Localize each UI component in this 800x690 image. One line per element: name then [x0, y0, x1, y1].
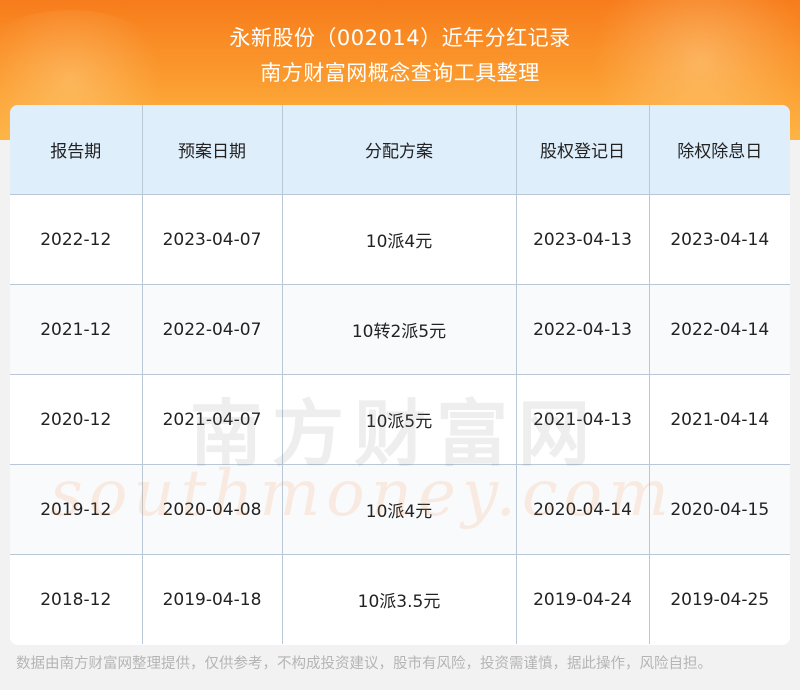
dividend-table-container: 报告期 预案日期 分配方案 股权登记日 除权除息日 2022-12 2023-0… — [10, 105, 790, 645]
table-row: 2022-12 2023-04-07 10派4元 2023-04-13 2023… — [10, 194, 790, 285]
cell-ex-dividend-date: 2023-04-14 — [649, 194, 790, 285]
cell-report-period: 2021-12 — [10, 284, 143, 375]
table-row: 2019-12 2020-04-08 10派4元 2020-04-14 2020… — [10, 464, 790, 555]
cell-record-date: 2021-04-13 — [516, 374, 650, 465]
cell-distribution-plan: 10转2派5元 — [282, 284, 517, 375]
table-header-row: 报告期 预案日期 分配方案 股权登记日 除权除息日 — [10, 105, 790, 195]
page-subtitle: 南方财富网概念查询工具整理 — [260, 61, 540, 85]
cell-plan-date: 2021-04-07 — [142, 374, 283, 465]
cell-plan-date: 2022-04-07 — [142, 284, 283, 375]
column-header-plan-date: 预案日期 — [142, 105, 283, 195]
cell-plan-date: 2019-04-18 — [142, 554, 283, 644]
column-header-record-date: 股权登记日 — [516, 105, 650, 195]
cell-distribution-plan: 10派4元 — [282, 464, 517, 555]
cell-ex-dividend-date: 2020-04-15 — [649, 464, 790, 555]
cell-ex-dividend-date: 2021-04-14 — [649, 374, 790, 465]
page-title: 永新股份（002014）近年分红记录 — [229, 26, 571, 50]
dividend-table: 报告期 预案日期 分配方案 股权登记日 除权除息日 2022-12 2023-0… — [10, 105, 790, 644]
cell-record-date: 2019-04-24 — [516, 554, 650, 644]
cell-distribution-plan: 10派4元 — [282, 194, 517, 285]
column-header-ex-dividend-date: 除权除息日 — [649, 105, 790, 195]
cell-ex-dividend-date: 2022-04-14 — [649, 284, 790, 375]
cell-distribution-plan: 10派3.5元 — [282, 554, 517, 644]
cell-record-date: 2022-04-13 — [516, 284, 650, 375]
disclaimer-footer: 数据由南方财富网整理提供，仅供参考，不构成投资建议，股市有风险，投资需谨慎，据此… — [16, 656, 712, 672]
cell-report-period: 2019-12 — [10, 464, 143, 555]
cell-record-date: 2023-04-13 — [516, 194, 650, 285]
column-header-report-period: 报告期 — [10, 105, 143, 195]
table-row: 2018-12 2019-04-18 10派3.5元 2019-04-24 20… — [10, 554, 790, 644]
cell-record-date: 2020-04-14 — [516, 464, 650, 555]
cell-report-period: 2020-12 — [10, 374, 143, 465]
cell-report-period: 2018-12 — [10, 554, 143, 644]
cell-ex-dividend-date: 2019-04-25 — [670, 589, 770, 610]
cell-plan-date: 2023-04-07 — [142, 194, 283, 285]
cell-plan-date: 2020-04-08 — [142, 464, 283, 555]
table-row: 2020-12 2021-04-07 10派5元 2021-04-13 2021… — [10, 374, 790, 465]
cell-distribution-plan: 10派5元 — [282, 374, 517, 465]
table-row: 2021-12 2022-04-07 10转2派5元 2022-04-13 20… — [10, 284, 790, 375]
cell-report-period: 2022-12 — [10, 194, 143, 285]
column-header-distribution-plan: 分配方案 — [282, 105, 517, 195]
